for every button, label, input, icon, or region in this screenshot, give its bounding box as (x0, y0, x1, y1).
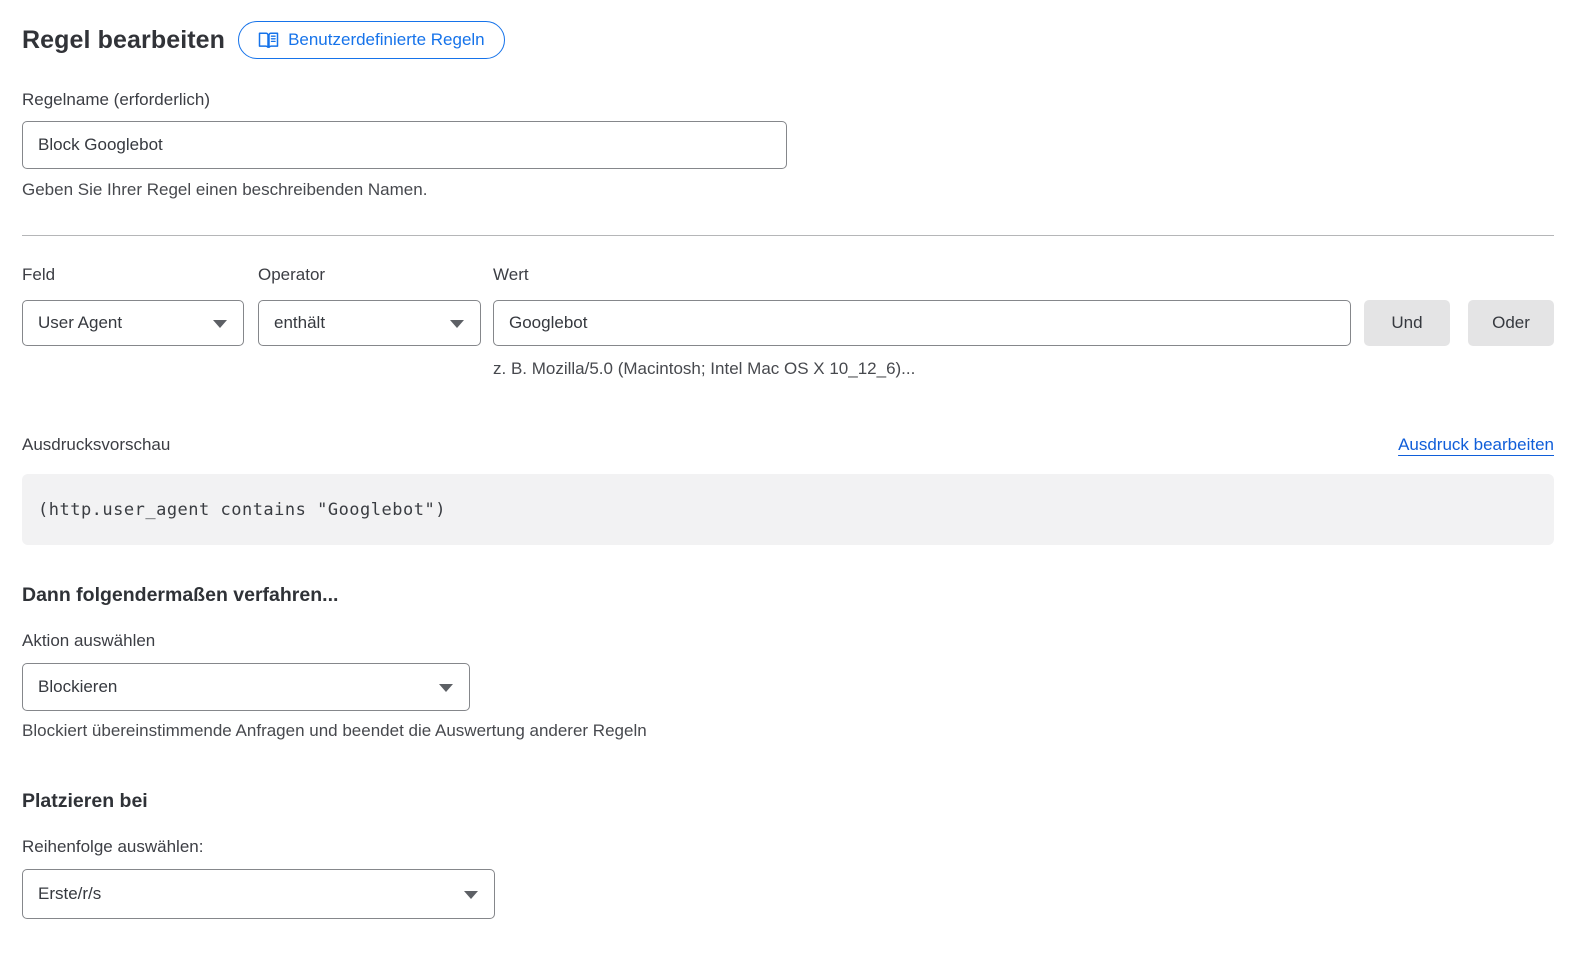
condition-operator-column: Operator enthält (258, 265, 481, 346)
field-select-value: User Agent (38, 313, 122, 333)
expression-preview-label: Ausdrucksvorschau (22, 435, 170, 455)
rule-name-help: Geben Sie Ihrer Regel einen beschreibend… (22, 180, 1554, 200)
expression-code: (http.user_agent contains "Googlebot") (38, 500, 446, 520)
dropdown-caret-icon (464, 891, 478, 899)
page-header: Regel bearbeiten Benutzerdefinierte Rege… (22, 20, 1554, 60)
action-heading: Dann folgendermaßen verfahren... (22, 584, 1554, 607)
custom-rules-docs-button[interactable]: Benutzerdefinierte Regeln (238, 21, 505, 59)
field-select[interactable]: User Agent (22, 300, 244, 346)
operator-select[interactable]: enthält (258, 300, 481, 346)
and-button[interactable]: Und (1364, 300, 1450, 346)
field-label: Feld (22, 265, 244, 285)
action-section: Dann folgendermaßen verfahren... Aktion … (22, 584, 1554, 741)
page-title: Regel bearbeiten (22, 26, 225, 55)
or-button[interactable]: Oder (1468, 300, 1554, 346)
action-label: Aktion auswählen (22, 631, 1554, 651)
expression-section: Ausdrucksvorschau Ausdruck bearbeiten (h… (22, 435, 1554, 545)
condition-logic-buttons: Und Oder (1364, 300, 1554, 346)
order-select[interactable]: Erste/r/s (22, 869, 495, 919)
order-select-value: Erste/r/s (38, 884, 101, 904)
placement-label: Reihenfolge auswählen: (22, 837, 1554, 857)
placement-section: Platzieren bei Reihenfolge auswählen: Er… (22, 790, 1554, 919)
rule-name-label: Regelname (erforderlich) (22, 90, 210, 109)
placement-heading: Platzieren bei (22, 790, 1554, 813)
book-icon (258, 32, 279, 49)
action-select[interactable]: Blockieren (22, 663, 470, 711)
docs-button-label: Benutzerdefinierte Regeln (288, 30, 485, 50)
edit-rule-page: Regel bearbeiten Benutzerdefinierte Rege… (0, 0, 1570, 956)
dropdown-caret-icon (450, 320, 464, 328)
section-divider (22, 235, 1554, 236)
value-help: z. B. Mozilla/5.0 (Macintosh; Intel Mac … (493, 359, 1351, 379)
dropdown-caret-icon (213, 320, 227, 328)
rule-name-input[interactable] (22, 121, 787, 169)
action-help: Blockiert übereinstimmende Anfragen und … (22, 721, 1554, 741)
operator-label: Operator (258, 265, 481, 285)
value-input[interactable] (493, 300, 1351, 346)
edit-expression-link[interactable]: Ausdruck bearbeiten (1398, 435, 1554, 455)
rule-name-section: Regelname (erforderlich) Geben Sie Ihrer… (22, 90, 1554, 200)
condition-value-column: Wert z. B. Mozilla/5.0 (Macintosh; Intel… (493, 265, 1351, 379)
dropdown-caret-icon (439, 684, 453, 692)
expression-preview-box: (http.user_agent contains "Googlebot") (22, 474, 1554, 545)
condition-field-column: Feld User Agent (22, 265, 244, 346)
value-label: Wert (493, 265, 1351, 285)
operator-select-value: enthält (274, 313, 325, 333)
action-select-value: Blockieren (38, 677, 117, 697)
condition-row: Feld User Agent Operator enthält Wert z.… (22, 265, 1554, 379)
